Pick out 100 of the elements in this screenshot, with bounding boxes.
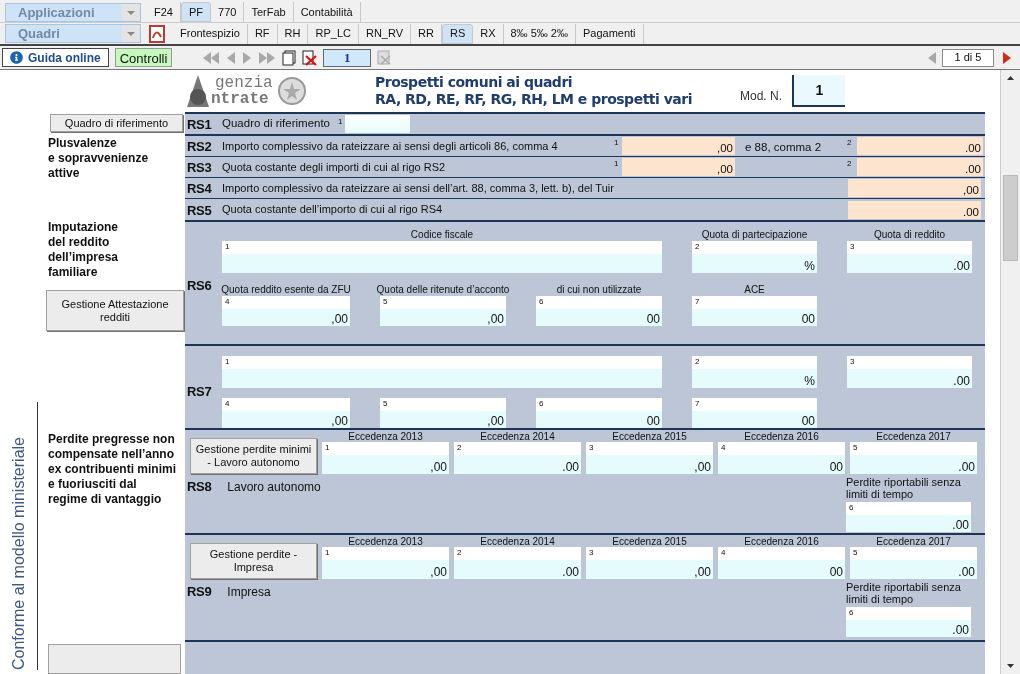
- input-field[interactable]: ,00: [848, 179, 981, 197]
- tab[interactable]: 770: [211, 2, 245, 22]
- field-header: Eccedenza 2017: [876, 537, 951, 547]
- input-field[interactable]: [345, 115, 410, 133]
- field-number: 5: [383, 398, 388, 410]
- guide-button[interactable]: Guida online: [2, 48, 109, 67]
- input-field[interactable]: ,00: [622, 158, 735, 176]
- scrollbar[interactable]: [1000, 70, 1020, 674]
- previous-icon[interactable]: [226, 50, 237, 65]
- field-value: ,00: [717, 141, 733, 155]
- input-field[interactable]: .00: [857, 158, 983, 176]
- field-value: .00: [958, 565, 975, 579]
- tab[interactable]: TerFab: [244, 2, 294, 22]
- field-number: 2: [695, 241, 700, 253]
- field-header: Eccedenza 2015: [612, 537, 687, 547]
- scrollbar-thumb[interactable]: [1003, 175, 1018, 261]
- field-value: %: [804, 259, 815, 273]
- dropdown-label: Applicazioni: [17, 3, 96, 22]
- row-label: e 88, comma 2: [745, 141, 822, 153]
- field-number: 4: [225, 296, 230, 308]
- field-header: Quota delle ritenute d’acconto: [376, 285, 510, 295]
- tab[interactable]: RH: [277, 23, 309, 44]
- tab[interactable]: 8‰ 5‰ 2‰: [503, 23, 576, 44]
- tab[interactable]: PF: [180, 2, 212, 22]
- field-number: 3: [850, 356, 855, 368]
- row-label: Lavoro autonomo: [227, 478, 321, 496]
- row-label: Importo complessivo da rateizzare ai sensi degli articoli 86, comma 4: [222, 138, 559, 154]
- row-label: Quota costante dell’importo di cui al rigo RS4: [222, 202, 444, 218]
- new-page-icon[interactable]: [282, 49, 297, 66]
- dropdown-label: Quadri: [17, 24, 61, 43]
- field-value: ,00: [331, 312, 348, 326]
- field-header: Eccedenza 2016: [744, 537, 819, 547]
- field-value: .00: [562, 565, 579, 579]
- row-code: RS8: [187, 478, 212, 496]
- field-header: Eccedenza 2014: [480, 432, 555, 442]
- field-number: 7: [695, 398, 700, 410]
- delete-page-icon[interactable]: [302, 49, 318, 66]
- field-value: ,00: [430, 565, 447, 579]
- tab[interactable]: RP_LC: [308, 23, 359, 44]
- form-button[interactable]: Gestione Attestazione redditi: [46, 290, 184, 331]
- tab[interactable]: RR: [411, 23, 442, 44]
- page-field[interactable]: 1: [323, 48, 372, 67]
- field-value: .00: [958, 460, 975, 474]
- field-number: 4: [225, 398, 230, 410]
- pager-field[interactable]: 1 di 5: [942, 48, 994, 67]
- tab[interactable]: F24: [147, 2, 181, 22]
- input-field[interactable]: .00: [857, 137, 983, 155]
- field-value: %: [804, 374, 815, 388]
- tab[interactable]: RS: [441, 23, 474, 44]
- field-number: 1: [225, 241, 230, 253]
- row-code: RS5: [187, 202, 212, 218]
- field-header: Eccedenza 2017: [876, 432, 951, 442]
- field-number: 6: [849, 607, 854, 619]
- tab[interactable]: Contabilità: [293, 2, 361, 22]
- field-number: 3: [589, 547, 594, 559]
- form-button[interactable]: Gestione perdite - Impresa: [190, 543, 317, 579]
- field-value: .00: [963, 204, 979, 219]
- input-field[interactable]: .00: [848, 200, 981, 219]
- tab[interactable]: Frontespizio: [173, 23, 248, 44]
- mod-value: 1: [815, 80, 824, 100]
- page-number: 1: [344, 48, 351, 67]
- form-button[interactable]: [48, 644, 181, 674]
- field-value: .00: [965, 162, 981, 176]
- field-number: 7: [695, 296, 700, 308]
- form-button[interactable]: Quadro di riferimento: [50, 114, 183, 132]
- field-number: 4: [721, 547, 726, 559]
- field-header: Eccedenza 2014: [480, 537, 555, 547]
- field-header: Eccedenza 2013: [348, 537, 423, 547]
- row-code: RS3: [187, 160, 212, 175]
- field-value: ,00: [430, 460, 447, 474]
- row-code: RS6: [187, 277, 212, 296]
- field-number: 5: [383, 296, 388, 308]
- row-label: Quadro di riferimento: [222, 116, 332, 132]
- field-value: .00: [952, 518, 969, 532]
- check-button[interactable]: Controlli: [114, 48, 173, 67]
- form-button[interactable]: Gestione perdite minimi - Lavoro autonomo: [190, 438, 317, 474]
- first-page-icon[interactable]: [202, 50, 221, 65]
- field-value: 00: [829, 565, 843, 579]
- field-number: 2: [457, 442, 462, 454]
- tab[interactable]: RF: [247, 23, 278, 44]
- next-icon[interactable]: [242, 50, 253, 65]
- field-value: 00: [801, 414, 815, 428]
- input-field[interactable]: ,00: [622, 137, 735, 155]
- field-number: 1: [325, 442, 330, 454]
- logo-mark-icon: [185, 73, 211, 109]
- next-icon[interactable]: [1002, 50, 1012, 65]
- field-number: 2: [695, 356, 700, 368]
- row-code: RS4: [187, 181, 212, 196]
- mod-field[interactable]: 1: [792, 75, 845, 107]
- previous-icon[interactable]: [927, 50, 937, 65]
- field-value: ,00: [331, 414, 348, 428]
- field-value: .00: [953, 259, 970, 273]
- tab[interactable]: RN_RV: [358, 23, 412, 44]
- pdf-icon[interactable]: [149, 24, 165, 43]
- tab[interactable]: RX: [473, 23, 504, 44]
- field-number: 2: [457, 547, 462, 559]
- field-value: ,00: [717, 162, 733, 176]
- tab[interactable]: Pagamenti: [575, 23, 644, 44]
- row-label: Importo complessivo da rateizzare ai sensi dell’art. 88, comma 3, lett. b), del Tuir: [222, 180, 615, 196]
- last-page-icon[interactable]: [258, 50, 277, 65]
